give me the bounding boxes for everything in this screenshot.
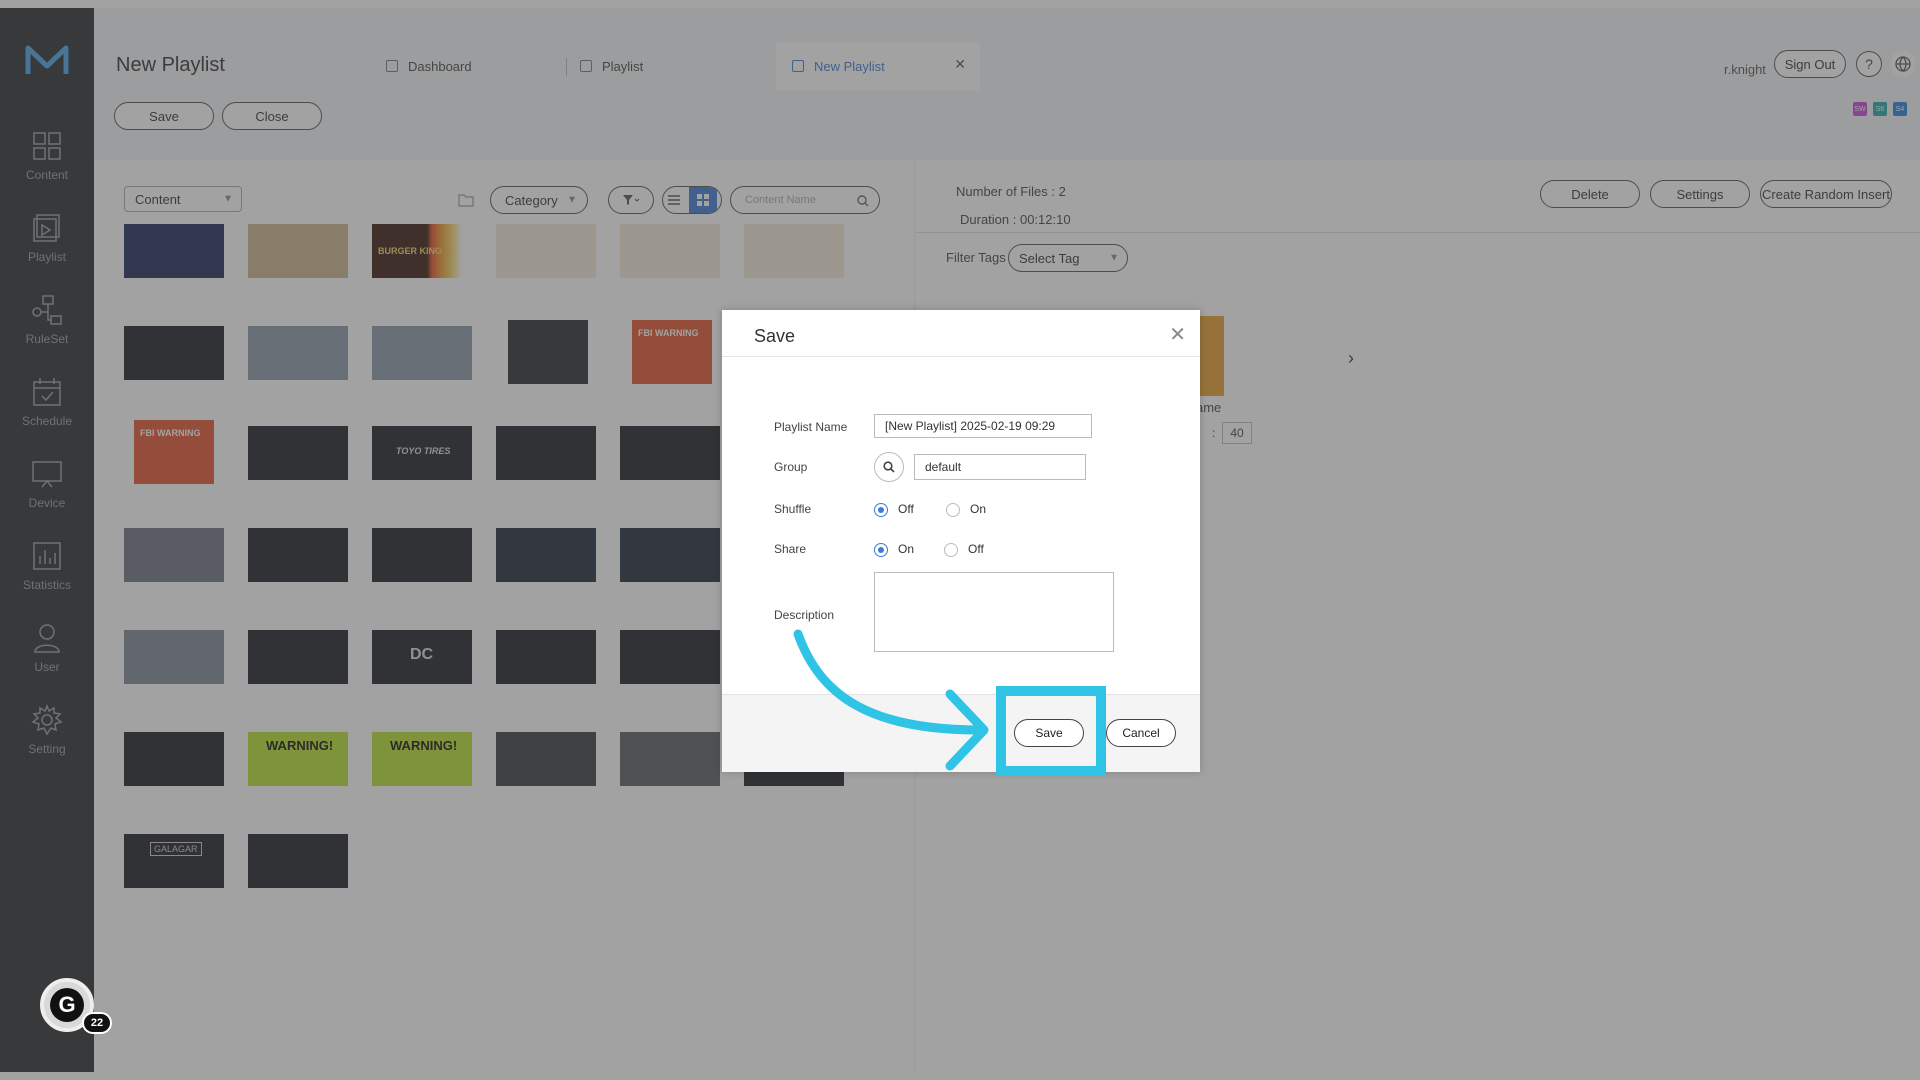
- description-label: Description: [774, 608, 835, 622]
- close-icon[interactable]: ✕: [1169, 322, 1186, 347]
- playlist-name-label: Playlist Name: [774, 420, 848, 434]
- dialog-title: Save: [754, 326, 796, 346]
- tutorial-arrow-icon: [793, 629, 989, 771]
- share-label: Share: [774, 542, 807, 556]
- shuffle-on-radio[interactable]: [946, 503, 960, 517]
- shuffle-label: Shuffle: [774, 502, 812, 516]
- playlist-name-input[interactable]: [New Playlist] 2025-02-19 09:29: [874, 414, 1092, 438]
- share-off-radio[interactable]: [944, 543, 958, 557]
- g-logo-icon: G: [50, 988, 84, 1022]
- share-on-label: On: [898, 542, 915, 556]
- group-search-button[interactable]: [874, 452, 904, 482]
- shuffle-off-radio[interactable]: [874, 503, 888, 517]
- search-icon: [883, 461, 895, 473]
- shuffle-off-label: Off: [898, 502, 914, 516]
- dialog-cancel-button[interactable]: Cancel: [1106, 719, 1176, 747]
- group-input[interactable]: default: [914, 454, 1086, 480]
- notification-count-badge: 22: [82, 1012, 112, 1034]
- shuffle-on-label: On: [970, 502, 987, 516]
- dialog-divider: [722, 356, 1200, 357]
- share-on-radio[interactable]: [874, 543, 888, 557]
- group-label: Group: [774, 460, 808, 474]
- highlight-box: [996, 686, 1106, 776]
- share-off-label: Off: [968, 542, 984, 556]
